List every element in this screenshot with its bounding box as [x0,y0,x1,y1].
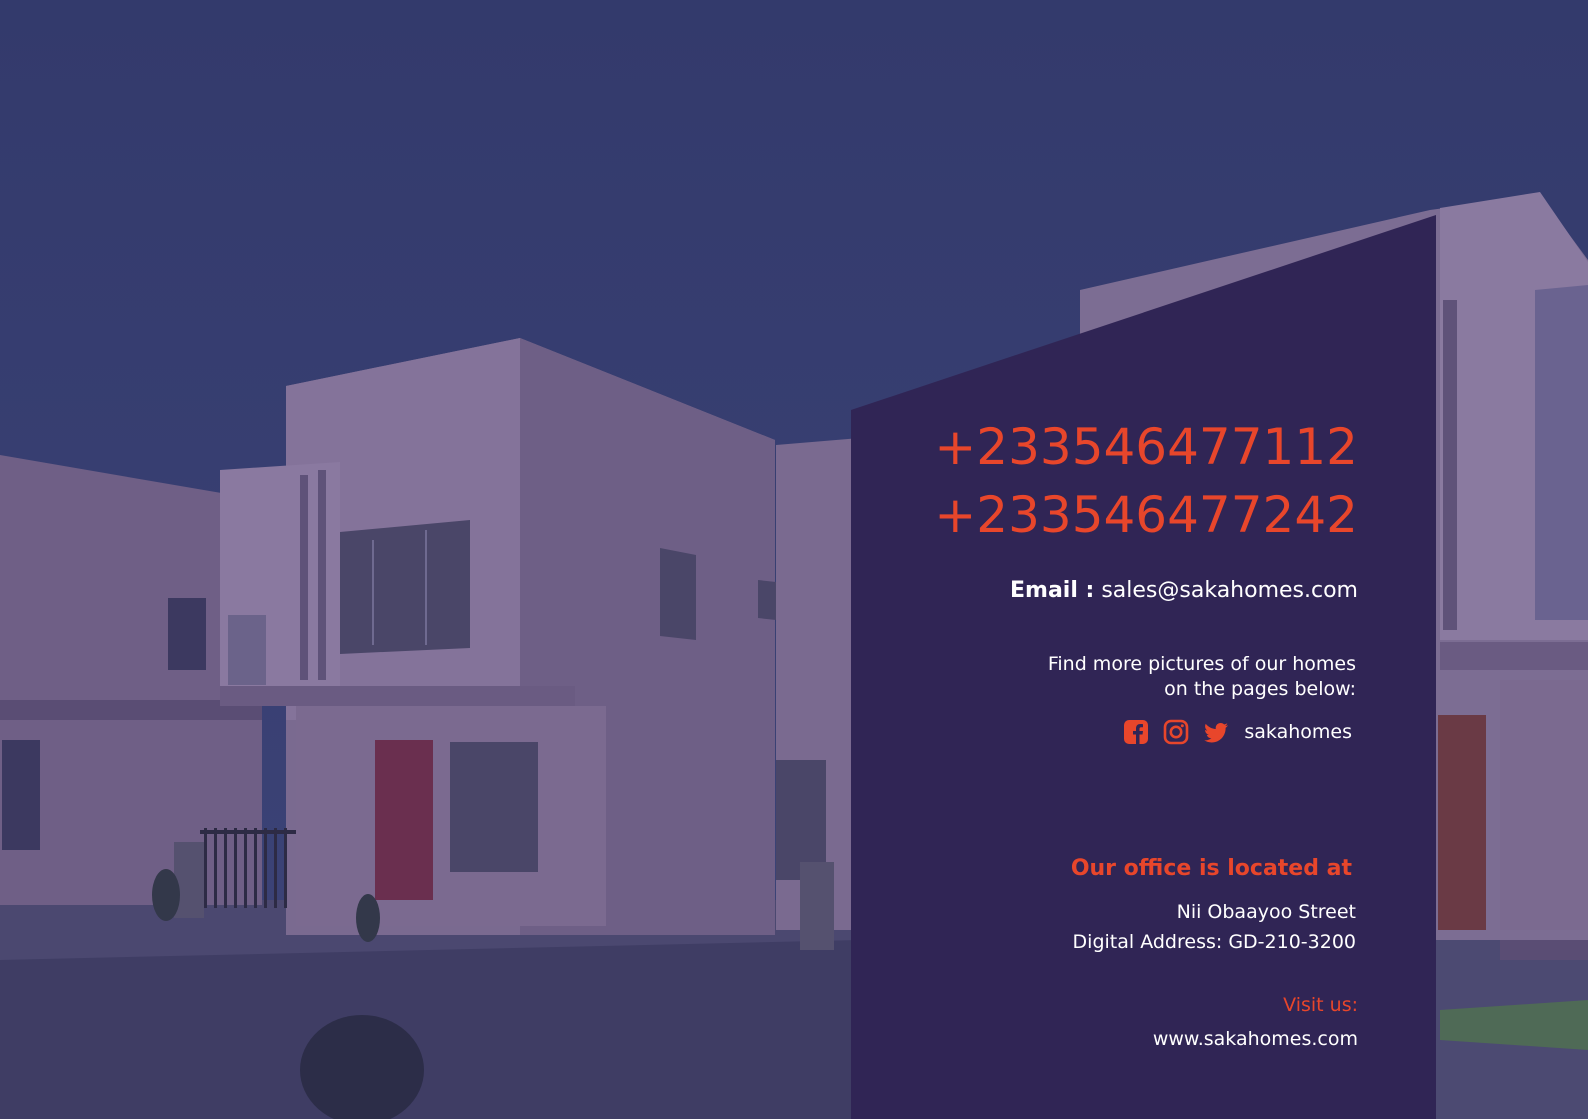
phone-number-primary[interactable]: +233546477112 [934,418,1358,476]
background-photo [0,0,1588,1119]
phone-number-secondary[interactable]: +233546477242 [934,486,1358,544]
